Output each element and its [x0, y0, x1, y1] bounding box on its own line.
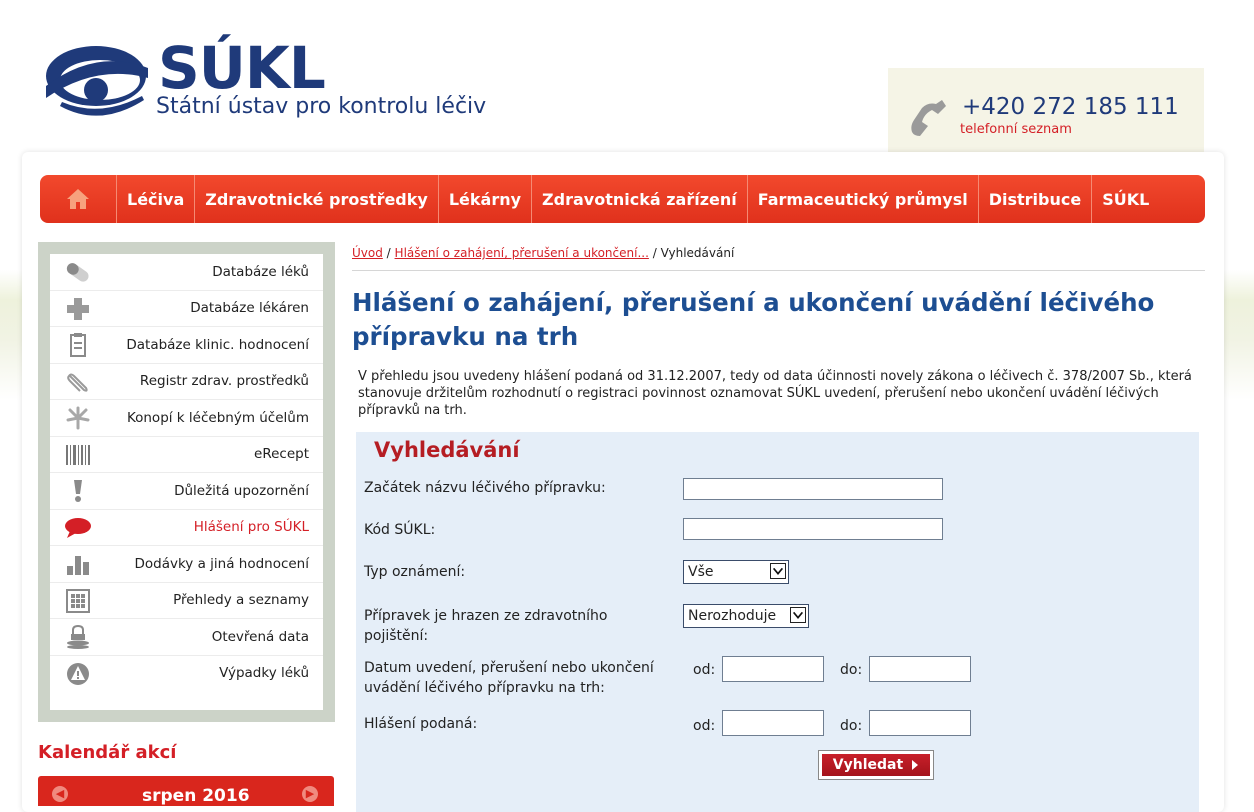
home-icon: [67, 189, 89, 209]
insurance-label: Přípravek je hrazen ze zdravotního pojiš…: [364, 608, 608, 644]
phone-directory-link[interactable]: telefonní seznam: [960, 122, 1072, 137]
search-title: Vyhledávání: [374, 438, 520, 462]
sidebar-item-label: Konopí k léčebným účelům: [126, 409, 309, 426]
chevron-down-icon: [770, 563, 786, 579]
nav-item-farmaceuticky-prumysl[interactable]: Farmaceutický průmysl: [748, 175, 979, 223]
search-button[interactable]: Vyhledat: [818, 750, 934, 780]
phone-handset-icon: [911, 100, 946, 136]
report-date-label: Hlášení podaná:: [364, 716, 478, 732]
launch-date-from-input[interactable]: [722, 656, 824, 682]
breadcrumb-current: Vyhledávání: [660, 246, 735, 260]
sukl-code-input[interactable]: [683, 518, 943, 540]
sidebar-item-otevrena-data[interactable]: Otevřená data: [50, 619, 323, 656]
sidebar-item-konopi[interactable]: Konopí k léčebným účelům: [50, 400, 323, 437]
breadcrumb-parent-link[interactable]: Hlášení o zahájení, přerušení a ukončení…: [395, 246, 649, 260]
barcode-icon: [66, 444, 90, 465]
launch-date-from-label: od:: [693, 662, 716, 678]
paperclip-icon: [67, 373, 88, 392]
launch-date-to-input[interactable]: [869, 656, 971, 682]
eye-logo-icon: [46, 46, 148, 116]
nav-item-zdravotnicka-zarizeni[interactable]: Zdravotnická zařízení: [532, 175, 748, 223]
sidebar-item-label: Hlášení pro SÚKL: [193, 519, 309, 536]
sidebar-menu: Databáze léků Databáze lékáren Databáze …: [50, 254, 323, 710]
nav-item-distribuce[interactable]: Distribuce: [979, 175, 1093, 223]
sukl-code-label: Kód SÚKL:: [364, 522, 436, 538]
insurance-select[interactable]: Nerozhoduje: [683, 604, 809, 628]
sidebar-item-dulezita-upozorneni[interactable]: Důležitá upozornění: [50, 473, 323, 510]
sidebar-item-label: Databáze léků: [212, 263, 309, 280]
breadcrumb-home-link[interactable]: Úvod: [352, 246, 383, 260]
product-name-label: Začátek názvu léčivého přípravku:: [364, 480, 606, 496]
main-navigation: Léčiva Zdravotnické prostředky Lékárny Z…: [40, 175, 1205, 223]
breadcrumb: Úvod / Hlášení o zahájení, přerušení a u…: [352, 246, 734, 260]
phone-contact: +420 272 185 111 telefonní seznam: [888, 68, 1204, 160]
sidebar-item-label: Databáze lékáren: [190, 300, 309, 317]
chevron-down-icon: [790, 607, 806, 623]
nav-item-leciva[interactable]: Léčiva: [117, 175, 196, 223]
grid-icon: [66, 588, 90, 613]
report-date-to-label: do:: [840, 718, 863, 734]
launch-date-label: Datum uvedení, přerušení nebo ukončení u…: [364, 660, 654, 696]
logo-title: SÚKL: [158, 34, 326, 102]
product-name-input[interactable]: [683, 478, 943, 500]
logo-subtitle: Státní ústav pro kontrolu léčiv: [156, 94, 487, 119]
nav-item-lekarny[interactable]: Lékárny: [439, 175, 533, 223]
home-button[interactable]: [40, 175, 117, 223]
pill-icon: [66, 263, 89, 282]
exclamation-icon: [74, 480, 82, 502]
sidebar-item-label: Registr zdrav. prostředků: [139, 373, 309, 390]
bar-chart-icon: [67, 556, 89, 575]
sidebar-item-prehledy[interactable]: Přehledy a seznamy: [50, 583, 323, 619]
sukl-logo[interactable]: SÚKL Státní ústav pro kontrolu léčiv: [40, 28, 500, 128]
warning-icon: [67, 662, 89, 685]
sidebar-item-label: eRecept: [254, 446, 309, 463]
sidebar-item-label: Důležitá upozornění: [174, 482, 309, 499]
breadcrumb-separator: /: [652, 246, 657, 260]
clipboard-icon: [70, 333, 86, 357]
report-date-from-label: od:: [693, 718, 716, 734]
sidebar: Databáze léků Databáze lékáren Databáze …: [38, 242, 335, 722]
cannabis-leaf-icon: [66, 406, 90, 430]
sidebar-item-registr-zdrav-prostredku[interactable]: Registr zdrav. prostředků: [50, 364, 323, 400]
notice-type-select[interactable]: Vše: [683, 560, 789, 584]
sidebar-item-databaze-klinic-hodnoceni[interactable]: Databáze klinic. hodnocení: [50, 327, 323, 364]
breadcrumb-separator: /: [386, 246, 391, 260]
arrow-right-icon: [912, 760, 919, 770]
search-button-face: Vyhledat: [822, 754, 930, 776]
notice-type-value: Vše: [688, 564, 714, 580]
speech-bubble-icon: [65, 517, 91, 538]
sidebar-item-label: Výpadky léků: [219, 665, 309, 682]
page-title: Hlášení o zahájení, přerušení a ukončení…: [352, 288, 1155, 351]
sidebar-item-label: Přehledy a seznamy: [173, 592, 309, 609]
sidebar-item-erecept[interactable]: eRecept: [50, 437, 323, 473]
divider: [352, 270, 1205, 271]
sidebar-item-vypadky-leku[interactable]: Výpadky léků: [50, 656, 323, 692]
search-form: Vyhledávání Začátek názvu léčivého přípr…: [356, 432, 1199, 812]
nav-item-sukl[interactable]: SÚKL: [1092, 175, 1159, 223]
sidebar-item-label: Databáze klinic. hodnocení: [126, 336, 309, 353]
calendar-month: srpen 2016: [142, 786, 250, 806]
nav-item-zdravotnicke-prostredky[interactable]: Zdravotnické prostředky: [195, 175, 439, 223]
sidebar-item-hlaseni-pro-sukl[interactable]: Hlášení pro SÚKL: [50, 510, 323, 546]
sidebar-item-dodavky[interactable]: Dodávky a jiná hodnocení: [50, 546, 323, 583]
sidebar-item-databaze-lekaren[interactable]: Databáze lékáren: [50, 291, 323, 327]
search-button-label: Vyhledat: [832, 757, 904, 773]
insurance-value: Nerozhoduje: [688, 608, 777, 624]
report-date-from-input[interactable]: [722, 710, 824, 736]
sidebar-item-label: Otevřená data: [211, 628, 309, 645]
intro-text: V přehledu jsou uvedeny hlášení podaná o…: [358, 369, 1192, 418]
cross-icon: [67, 297, 89, 320]
database-lock-icon: [67, 625, 89, 649]
report-date-to-input[interactable]: [869, 710, 971, 736]
sidebar-item-label: Dodávky a jiná hodnocení: [134, 555, 309, 572]
calendar-header: ◀ srpen 2016 ▶: [38, 776, 334, 806]
launch-date-to-label: do:: [840, 662, 863, 678]
phone-number: +420 272 185 111: [962, 94, 1179, 120]
notice-type-label: Typ oznámení:: [364, 564, 466, 580]
sidebar-item-databaze-leku[interactable]: Databáze léků: [50, 254, 323, 291]
calendar-title: Kalendář akcí: [38, 742, 177, 763]
